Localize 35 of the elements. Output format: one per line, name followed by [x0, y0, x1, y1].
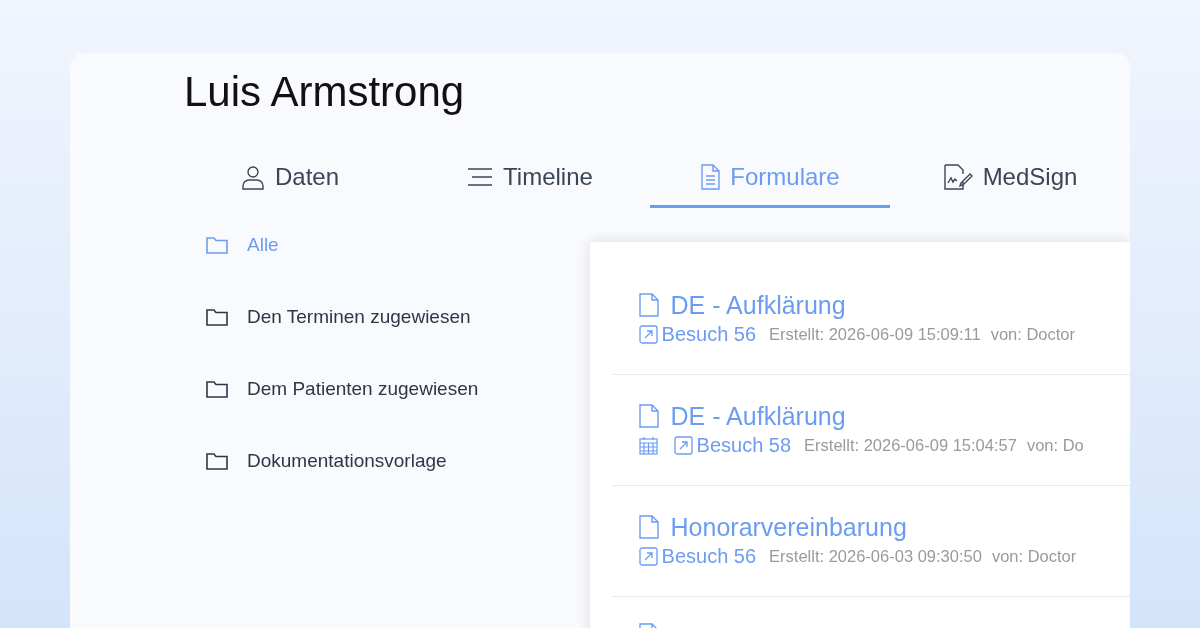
folder-item[interactable]: Alle	[206, 231, 279, 258]
author-text: von: Do	[1026, 436, 1084, 455]
tab[interactable]: Formulare	[650, 153, 890, 208]
visit-link[interactable]: Besuch 56	[661, 545, 757, 568]
form-title[interactable]: Honorarvereinbarung	[670, 512, 907, 542]
folder-icon	[206, 235, 228, 254]
folder-item[interactable]: Dokumentationsvorlage	[206, 447, 447, 474]
document-icon	[638, 404, 659, 428]
folder-icon	[206, 451, 228, 470]
lines-icon	[467, 167, 494, 187]
signature-icon	[942, 164, 973, 190]
folder-icon	[206, 379, 228, 398]
document-icon	[638, 515, 659, 539]
visit-link[interactable]: Besuch 56	[661, 323, 757, 346]
external-link-icon	[638, 325, 658, 344]
external-link-icon	[673, 436, 693, 455]
visit-link[interactable]: Besuch 58	[696, 434, 792, 457]
document-icon	[700, 164, 721, 190]
folder-item[interactable]: Dem Patienten zugewiesen	[206, 375, 479, 402]
created-date: Erstellt: 2026-06-09 15:04:57	[804, 436, 1017, 455]
tab[interactable]: Daten	[170, 153, 410, 208]
external-link-icon	[638, 547, 658, 566]
tab[interactable]: MedSign	[890, 153, 1130, 208]
created-date: Erstellt: 2026-06-09 15:09:11	[769, 325, 981, 344]
form-title[interactable]: DE - Aufklärung	[670, 290, 846, 320]
author-text: von: Doctor	[991, 547, 1077, 566]
patient-name: Luis Armstrong	[184, 67, 465, 117]
folder-item[interactable]: Den Terminen zugewiesen	[206, 303, 471, 330]
form-title[interactable]: DE - Aufklärung	[670, 401, 846, 431]
folder-icon	[206, 307, 228, 326]
created-date: Erstellt: 2026-06-03 09:30:50	[769, 547, 982, 566]
author-text: von: Doctor	[990, 325, 1076, 344]
person-icon	[240, 164, 265, 190]
tab[interactable]: Timeline	[410, 153, 650, 208]
document-icon	[638, 293, 659, 317]
